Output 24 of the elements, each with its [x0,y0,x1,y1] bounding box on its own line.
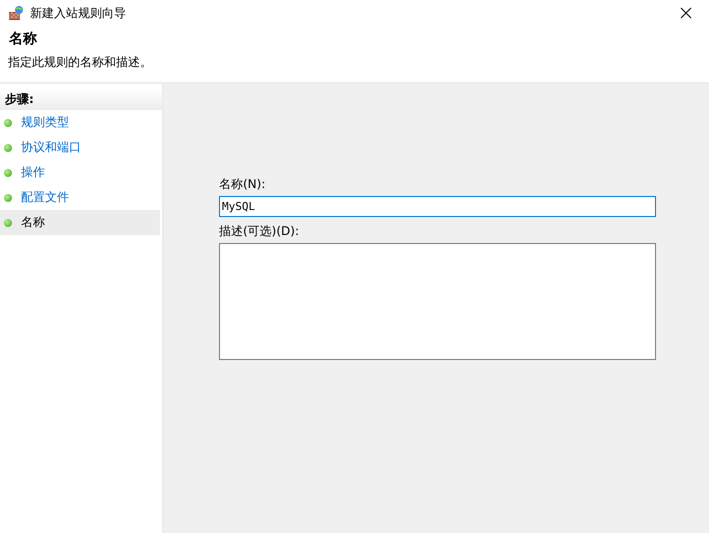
step-item[interactable]: 操作 [0,160,160,185]
step-item[interactable]: 配置文件 [0,185,160,210]
name-field[interactable]: MySQL [219,196,656,217]
page-title: 名称 [9,30,37,48]
description-field[interactable] [219,243,656,360]
step-link[interactable]: 规则类型 [21,114,69,131]
step-item[interactable]: 规则类型 [0,110,160,135]
status-dot-icon [4,118,12,126]
firewall-icon [8,5,24,21]
step-link[interactable]: 协议和端口 [21,139,81,156]
status-dot-icon [4,194,12,202]
step-item[interactable]: 协议和端口 [0,135,160,160]
name-label: 名称(N): [219,176,266,193]
status-dot-icon [4,218,12,226]
step-item[interactable]: 名称 [0,210,160,235]
page-description: 指定此规则的名称和描述。 [8,54,152,71]
window-title: 新建入站规则向导 [30,4,127,22]
description-label: 描述(可选)(D): [219,223,300,240]
status-dot-icon [4,144,12,152]
step-link[interactable]: 名称 [21,214,45,231]
step-link[interactable]: 操作 [21,164,45,181]
status-dot-icon [4,168,12,176]
close-icon [680,7,692,19]
step-link[interactable]: 配置文件 [21,189,69,206]
